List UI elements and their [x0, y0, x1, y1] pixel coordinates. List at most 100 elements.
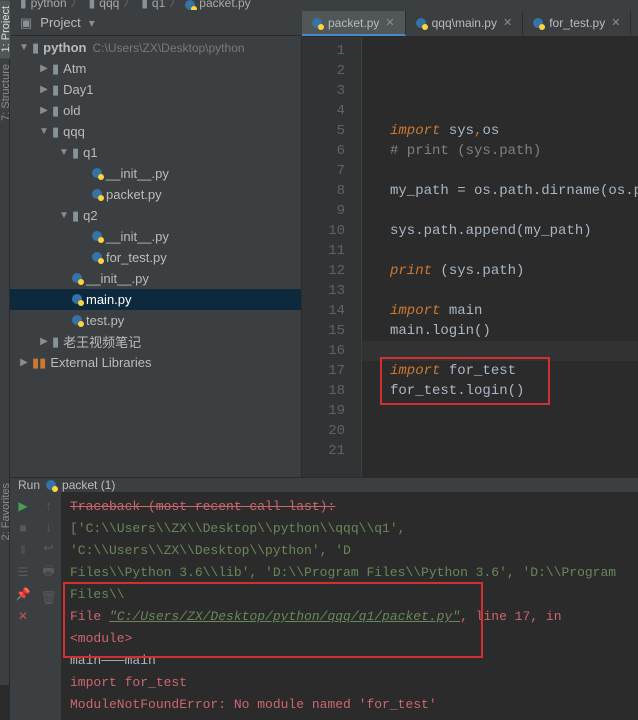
tree-item-label: qqq [63, 124, 85, 139]
line-number: 6 [302, 141, 345, 161]
code-line[interactable] [390, 41, 638, 61]
code-line[interactable] [390, 281, 638, 301]
tree-item[interactable]: __init__.py [10, 226, 301, 247]
crumb-1[interactable]: python [31, 0, 67, 10]
code-line[interactable] [390, 101, 638, 121]
tree-item[interactable]: ▶▮Day1 [10, 79, 301, 100]
code-line[interactable]: import for_test [390, 361, 638, 381]
code-line[interactable]: main.login() [390, 321, 638, 341]
chevron-right-icon[interactable]: ▶ [38, 336, 50, 347]
code-editor[interactable]: 123456789101112131415161718192021 import… [302, 37, 638, 477]
chevron-down-icon[interactable]: ▼ [18, 42, 30, 53]
line-number: 1 [302, 41, 345, 61]
chevron-right-icon[interactable]: ▶ [18, 357, 30, 368]
line-number: 20 [302, 421, 345, 441]
pause-icon[interactable]: ‖ [15, 542, 31, 558]
code-line[interactable] [390, 341, 638, 361]
code-line[interactable] [390, 81, 638, 101]
code-line[interactable]: for_test.login() [390, 381, 638, 401]
code-area[interactable]: import sys,os# print (sys.path) my_path =… [362, 37, 638, 477]
run-label: Run [18, 478, 40, 492]
close-icon[interactable]: ✕ [385, 16, 394, 29]
python-file-icon [185, 0, 195, 10]
chevron-down-icon[interactable]: ▼ [58, 210, 70, 221]
tree-item[interactable]: ▶▮old [10, 100, 301, 121]
dump-icon[interactable]: ☰ [15, 564, 31, 580]
project-icon: ▮ [32, 40, 39, 56]
crumb-3[interactable]: q1 [152, 0, 165, 10]
close-icon[interactable]: ✕ [15, 608, 31, 624]
crumb-sep: 〉 [169, 0, 181, 10]
tree-item[interactable]: ▶▮Atm [10, 58, 301, 79]
print-icon[interactable]: 🖶 [42, 562, 54, 584]
chevron-right-icon[interactable]: ▶ [38, 84, 50, 95]
line-number: 15 [302, 321, 345, 341]
run-panel: Run packet (1) ▶ ■ ‖ ☰ 📌 ✕ ↑ ↓ ↩ 🖶 🗑 Tra… [10, 477, 638, 685]
chevron-down-icon[interactable]: ▼ [38, 126, 50, 137]
code-line[interactable]: sys.path.append(my_path) [390, 221, 638, 241]
left-tool-rail-bottom: 2: Favorites [0, 477, 10, 685]
python-file-icon [72, 313, 82, 328]
tab-packet[interactable]: packet.py ✕ [302, 11, 406, 36]
chevron-right-icon[interactable]: ▶ [38, 63, 50, 74]
code-line[interactable]: print (sys.path) [390, 261, 638, 281]
external-libraries[interactable]: ▶ ▮▮ External Libraries [10, 352, 301, 373]
crumb-4[interactable]: packet.py [199, 0, 250, 10]
tab-main[interactable]: qqq\main.py ✕ [406, 11, 524, 36]
chevron-down-icon[interactable]: ▼ [58, 147, 70, 158]
close-icon[interactable]: ✕ [611, 16, 620, 29]
code-line[interactable] [390, 401, 638, 421]
code-line[interactable] [390, 421, 638, 441]
file-link[interactable]: "C:/Users/ZX/Desktop/python/qqq/q1/packe… [109, 609, 460, 624]
gutter: 123456789101112131415161718192021 [302, 37, 362, 477]
code-line[interactable]: my_path = os.path.dirname(os.pa [390, 181, 638, 201]
chevron-right-icon[interactable]: ▶ [38, 105, 50, 116]
code-line[interactable] [390, 201, 638, 221]
project-label[interactable]: Project [40, 15, 80, 30]
tree-item[interactable]: packet.py [10, 184, 301, 205]
tree-root-path: C:\Users\ZX\Desktop\python [92, 41, 244, 55]
tree-item[interactable]: ▼▮qqq [10, 121, 301, 142]
tree-item[interactable]: main.py [10, 289, 301, 310]
crumb-2[interactable]: qqq [99, 0, 119, 10]
tab-fortest[interactable]: for_test.py ✕ [523, 11, 631, 36]
code-line[interactable] [390, 441, 638, 461]
run-panel-header[interactable]: Run packet (1) [10, 478, 638, 492]
code-line[interactable]: import main [390, 301, 638, 321]
code-line[interactable]: import sys,os [390, 121, 638, 141]
console-line: main———main [70, 650, 630, 672]
trash-icon[interactable]: 🗑 [40, 590, 57, 606]
tree-item[interactable]: ▼▮q2 [10, 205, 301, 226]
stop-icon[interactable]: ■ [15, 520, 31, 536]
line-number: 18 [302, 381, 345, 401]
code-line[interactable] [390, 161, 638, 181]
wrap-icon[interactable]: ↩ [43, 540, 54, 556]
project-tree[interactable]: ▼ ▮ python C:\Users\ZX\Desktop\python ▶▮… [10, 37, 301, 477]
code-line[interactable]: # print (sys.path) [390, 141, 638, 161]
close-icon[interactable]: ✕ [503, 16, 512, 29]
tree-root-name: python [43, 40, 86, 55]
tree-item[interactable]: __init__.py [10, 268, 301, 289]
tree-item[interactable]: for_test.py [10, 247, 301, 268]
pin-icon[interactable]: 📌 [15, 586, 31, 602]
tree-item[interactable]: ▼▮q1 [10, 142, 301, 163]
tree-item[interactable]: __init__.py [10, 163, 301, 184]
external-libraries-label: External Libraries [50, 355, 151, 370]
tree-item-label: 老王视频笔记 [63, 332, 141, 351]
tree-root[interactable]: ▼ ▮ python C:\Users\ZX\Desktop\python [10, 37, 301, 58]
rerun-icon[interactable]: ▶ [15, 498, 31, 514]
tree-item[interactable]: test.py [10, 310, 301, 331]
folder-icon: ▮ [52, 82, 59, 98]
code-line[interactable] [390, 61, 638, 81]
tree-item[interactable]: ▶▮老王视频笔记 [10, 331, 301, 352]
python-file-icon [92, 166, 102, 181]
tree-item-label: for_test.py [106, 250, 167, 265]
console-line: Traceback (most recent call last): [70, 496, 630, 518]
up-icon[interactable]: ↑ [45, 498, 52, 513]
down-icon[interactable]: ↓ [45, 519, 52, 534]
run-toolbar-left: ▶ ■ ‖ ☰ 📌 ✕ [10, 492, 36, 720]
code-line[interactable] [390, 241, 638, 261]
chevron-down-icon[interactable]: ▾ [89, 16, 95, 30]
folder-icon: ▮ [52, 334, 59, 350]
console-output[interactable]: Traceback (most recent call last): ['C:\… [62, 492, 638, 720]
